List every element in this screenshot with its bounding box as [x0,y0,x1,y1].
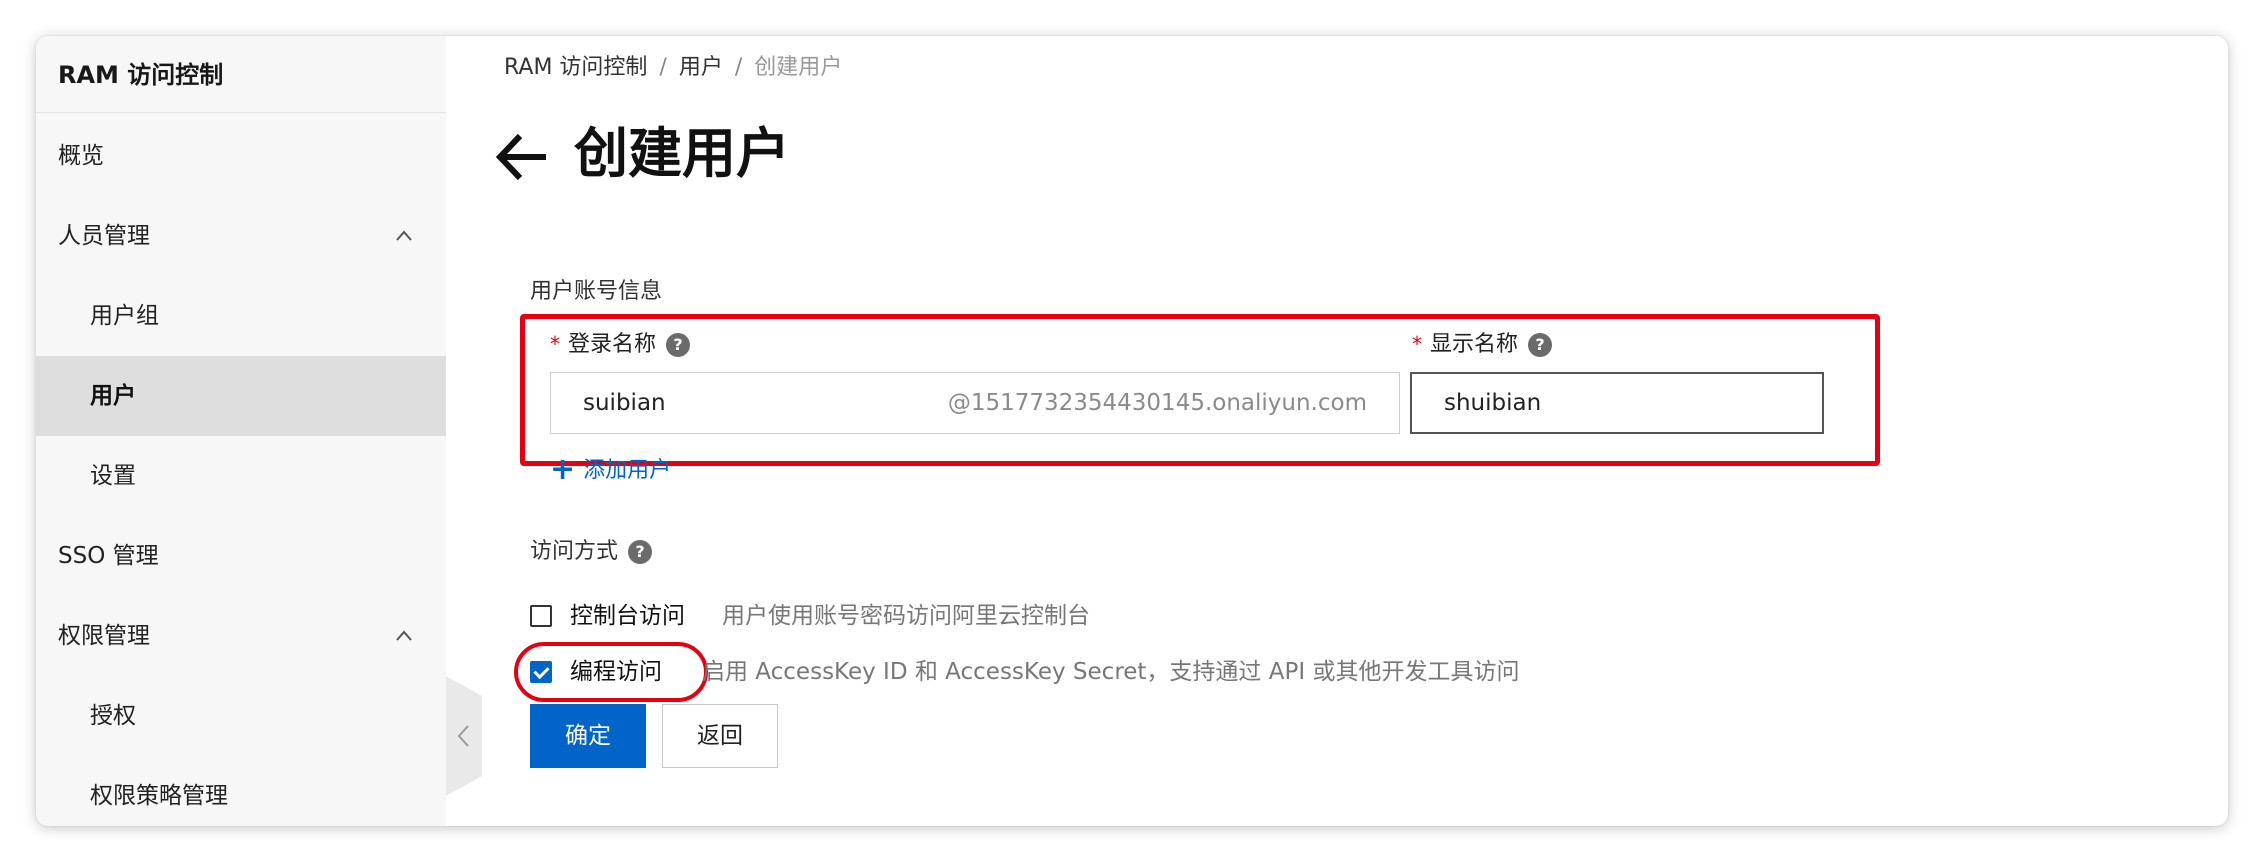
display-name-value: shuibian [1444,390,1542,416]
sidebar-item-identities[interactable]: 人员管理 [36,196,446,276]
console-access-checkbox[interactable] [530,605,552,627]
plus-icon: + [550,452,576,487]
login-name-domain-suffix: @1517732354430145.onaliyun.com [947,390,1367,416]
sidebar-item-policies[interactable]: 权限策略管理 [36,756,446,826]
access-section-label: 访问方式? [530,536,653,568]
chevron-up-icon [396,230,412,241]
add-user-label: 添加用户 [583,458,672,483]
breadcrumb-item-current: 创建用户 [754,55,843,80]
back-arrow-icon[interactable] [494,128,552,186]
login-name-input[interactable]: suibian @1517732354430145.onaliyun.com [550,372,1400,434]
required-marker: * [1412,332,1422,356]
sidebar-title: RAM 访问控制 [58,61,224,89]
help-icon[interactable]: ? [666,333,691,357]
account-section-label: 用户账号信息 [530,279,663,304]
sidebar-item-overview[interactable]: 概览 [36,116,446,196]
access-section-label-text: 访问方式 [530,539,619,564]
breadcrumb-separator: / [734,55,743,80]
breadcrumb-item-users[interactable]: 用户 [679,55,723,80]
page-title: 创建用户 [574,122,790,185]
chevron-up-icon [396,630,412,641]
sidebar-item-users[interactable]: 用户 [36,356,446,436]
sidebar-item-user-groups[interactable]: 用户组 [36,276,446,356]
help-icon[interactable]: ? [1528,333,1553,357]
login-name-label-text: 登录名称 [568,332,657,357]
breadcrumb-item-ram[interactable]: RAM 访问控制 [504,55,647,80]
programmatic-access-label: 编程访问 [570,659,662,685]
sidebar-divider [36,112,446,113]
confirm-button[interactable]: 确定 [530,704,646,768]
programmatic-access-description: 启用 AccessKey ID 和 AccessKey Secret，支持通过 … [702,659,1520,685]
display-name-input[interactable]: shuibian [1410,372,1824,434]
login-name-label: * 登录名称? [550,328,691,360]
sidebar-item-label: 权限管理 [58,623,150,649]
back-button[interactable]: 返回 [662,704,778,768]
programmatic-access-checkbox[interactable] [530,661,552,683]
add-user-link[interactable]: + 添加用户 [550,450,671,490]
sidebar-item-permissions[interactable]: 权限管理 [36,596,446,676]
login-name-value: suibian [583,390,666,416]
breadcrumb: RAM 访问控制 / 用户 / 创建用户 [504,48,842,88]
console-window: RAM 访问控制 概览 人员管理 用户组 用户 设置 SSO 管理 权限管理 授… [36,36,2228,826]
breadcrumb-separator: / [659,55,667,80]
console-access-description: 用户使用账号密码访问阿里云控制台 [722,603,1090,629]
sidebar-item-label: 人员管理 [58,223,150,249]
required-marker: * [550,332,560,356]
display-name-label: * 显示名称? [1412,328,1553,360]
sidebar-item-sso[interactable]: SSO 管理 [36,516,446,596]
main-content: RAM 访问控制 / 用户 / 创建用户 创建用户 用户账号信息 * 登录名称? * 显示名… [446,36,2228,826]
sidebar: RAM 访问控制 概览 人员管理 用户组 用户 设置 SSO 管理 权限管理 授… [36,36,446,826]
sidebar-item-grants[interactable]: 授权 [36,676,446,756]
sidebar-item-settings[interactable]: 设置 [36,436,446,516]
console-access-label: 控制台访问 [570,603,685,629]
help-icon[interactable]: ? [628,540,653,564]
display-name-label-text: 显示名称 [1430,332,1519,357]
